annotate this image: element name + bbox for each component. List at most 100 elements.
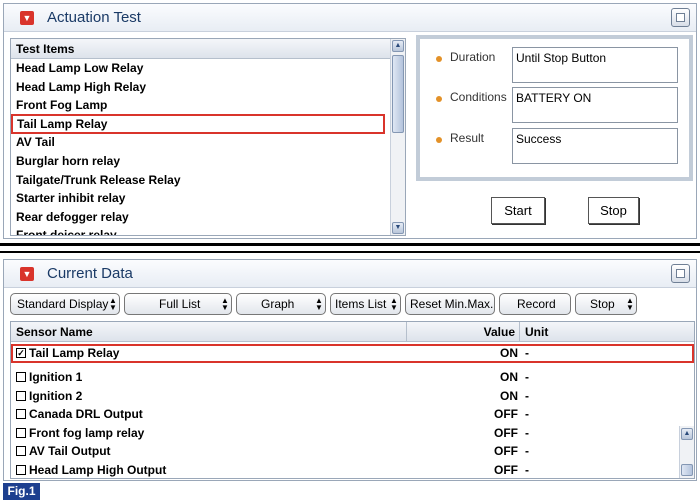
sensor-value: OFF xyxy=(494,407,518,421)
section-divider xyxy=(0,251,700,253)
current-data-panel: ▼ Current Data Standard Display ▲ ▼ Full … xyxy=(3,259,697,481)
current-data-toolbar: Standard Display ▲ ▼ Full List ▲ ▼ Graph ▲… xyxy=(10,293,690,315)
sensor-name: Head Lamp High Output xyxy=(29,462,167,477)
display-mode-label: Standard Display xyxy=(17,297,109,311)
stop-button[interactable]: Stop xyxy=(588,197,639,224)
checkbox-icon[interactable] xyxy=(16,464,26,475)
test-item[interactable]: Burglar horn relay xyxy=(11,152,405,171)
test-item[interactable]: Head Lamp Low Relay xyxy=(11,59,405,78)
sensor-value: ON xyxy=(500,346,518,360)
sensor-name-header[interactable]: Sensor Name xyxy=(16,325,93,339)
scroll-thumb[interactable] xyxy=(681,464,693,476)
scroll-down-icon[interactable]: ▼ xyxy=(392,222,404,234)
table-header: Sensor Name Value Unit xyxy=(11,322,694,342)
sensor-unit: - xyxy=(525,407,529,421)
actuation-title: Actuation Test xyxy=(47,9,141,26)
table-row[interactable]: Ignition 1 ON - xyxy=(11,368,680,387)
updown-caret-icon: ▲ ▼ xyxy=(315,296,323,312)
sensor-value: OFF xyxy=(494,425,518,440)
sensor-value: ON xyxy=(500,370,518,384)
scroll-up-icon[interactable]: ▲ xyxy=(392,40,404,52)
updown-caret-icon: ▲ ▼ xyxy=(390,296,398,312)
checkbox-icon[interactable] xyxy=(16,372,26,382)
sensor-unit: - xyxy=(525,346,529,360)
checkbox-icon[interactable] xyxy=(16,409,26,419)
conditions-row: Conditions BATTERY ON xyxy=(420,87,689,123)
bullet-icon xyxy=(436,56,442,62)
scroll-up-icon[interactable]: ▲ xyxy=(681,428,693,440)
test-item[interactable]: Tailgate/Trunk Release Relay xyxy=(11,171,405,190)
test-item[interactable]: Starter inhibit relay xyxy=(11,189,405,208)
result-label: Result xyxy=(450,131,485,145)
graph-label: Graph xyxy=(261,297,295,311)
sensor-name: Front fog lamp relay xyxy=(29,425,145,440)
graph-select[interactable]: Graph ▲ ▼ xyxy=(236,293,326,315)
table-row[interactable]: Head Lamp High Output OFF - xyxy=(11,461,680,479)
table-row[interactable]: Front fog lamp relay OFF - xyxy=(11,424,680,443)
collapse-arrow-icon[interactable]: ▼ xyxy=(20,267,34,281)
current-data-title: Current Data xyxy=(47,265,133,282)
checkbox-checked-icon[interactable]: ✓ xyxy=(16,348,26,358)
sensor-name: Canada DRL Output xyxy=(29,407,143,421)
sensor-value: OFF xyxy=(494,444,518,458)
checkbox-icon[interactable] xyxy=(16,390,26,401)
bullet-icon xyxy=(436,96,442,102)
value-header[interactable]: Value xyxy=(484,325,515,339)
updown-caret-icon: ▲ ▼ xyxy=(626,296,634,312)
sensor-table-scrollbar[interactable]: ▲ xyxy=(679,426,694,478)
sensor-data-table[interactable]: Sensor Name Value Unit ✓ Tail Lamp Relay… xyxy=(10,321,695,479)
duration-label: Duration xyxy=(450,50,496,64)
figure-label: Fig.1 xyxy=(3,483,40,500)
test-items-header: Test Items xyxy=(11,39,405,59)
conditions-value: BATTERY ON xyxy=(512,87,678,123)
sensor-name: Ignition 2 xyxy=(29,388,83,403)
updown-caret-icon: ▲ ▼ xyxy=(221,296,229,312)
test-list-scrollbar[interactable]: ▲ ▼ xyxy=(390,39,405,235)
list-mode-label: Full List xyxy=(159,297,201,311)
sensor-unit: - xyxy=(525,425,529,440)
sensor-unit: - xyxy=(525,388,529,403)
maximize-icon[interactable] xyxy=(671,8,690,27)
actuation-title-bar: ▼ Actuation Test xyxy=(4,4,696,32)
table-row[interactable]: Ignition 2 ON - xyxy=(11,387,680,406)
list-mode-select[interactable]: Full List ▲ ▼ xyxy=(124,293,232,315)
checkbox-icon[interactable] xyxy=(16,427,26,438)
sensor-name: Tail Lamp Relay xyxy=(29,346,120,360)
sensor-value: ON xyxy=(500,388,518,403)
collapse-arrow-icon[interactable]: ▼ xyxy=(20,11,34,25)
table-row[interactable]: AV Tail Output OFF - xyxy=(11,442,680,461)
conditions-label: Conditions xyxy=(450,90,507,104)
checkbox-icon[interactable] xyxy=(16,446,26,456)
items-list-label: Items List xyxy=(335,297,387,311)
sensor-value: OFF xyxy=(494,462,518,477)
display-mode-select[interactable]: Standard Display ▲ ▼ xyxy=(10,293,120,315)
test-items-list[interactable]: Test Items Head Lamp Low Relay Head Lamp… xyxy=(10,38,406,236)
test-item-selected[interactable]: Tail Lamp Relay xyxy=(11,113,385,135)
duration-value: Until Stop Button xyxy=(512,47,678,83)
result-value: Success xyxy=(512,128,678,164)
bullet-icon xyxy=(436,137,442,143)
updown-caret-icon: ▲ ▼ xyxy=(109,296,117,312)
current-data-title-bar: ▼ Current Data xyxy=(4,260,696,288)
test-item[interactable]: Front deicer relay xyxy=(11,226,405,235)
table-row[interactable]: Canada DRL Output OFF - xyxy=(11,405,680,424)
test-info-box: Duration Until Stop Button Conditions BA… xyxy=(416,35,693,181)
table-row-selected[interactable]: ✓ Tail Lamp Relay ON - xyxy=(11,344,694,363)
scroll-thumb[interactable] xyxy=(392,55,404,133)
maximize-icon[interactable] xyxy=(671,264,690,283)
test-item[interactable]: Rear defogger relay xyxy=(11,208,405,227)
sensor-unit: - xyxy=(525,370,529,384)
test-item[interactable]: Front Fog Lamp xyxy=(11,96,405,115)
record-button[interactable]: Record xyxy=(499,293,571,315)
stop-select-label: Stop xyxy=(590,297,615,311)
duration-row: Duration Until Stop Button xyxy=(420,47,689,83)
test-item[interactable]: Head Lamp High Relay xyxy=(11,78,405,97)
stop-select[interactable]: Stop ▲ ▼ xyxy=(575,293,637,315)
unit-header[interactable]: Unit xyxy=(525,325,548,339)
section-divider xyxy=(0,243,700,246)
reset-minmax-button[interactable]: Reset Min.Max. xyxy=(405,293,495,315)
items-list-select[interactable]: Items List ▲ ▼ xyxy=(330,293,401,315)
sensor-name: Ignition 1 xyxy=(29,370,83,384)
test-item[interactable]: AV Tail xyxy=(11,133,405,152)
start-button[interactable]: Start xyxy=(491,197,545,224)
